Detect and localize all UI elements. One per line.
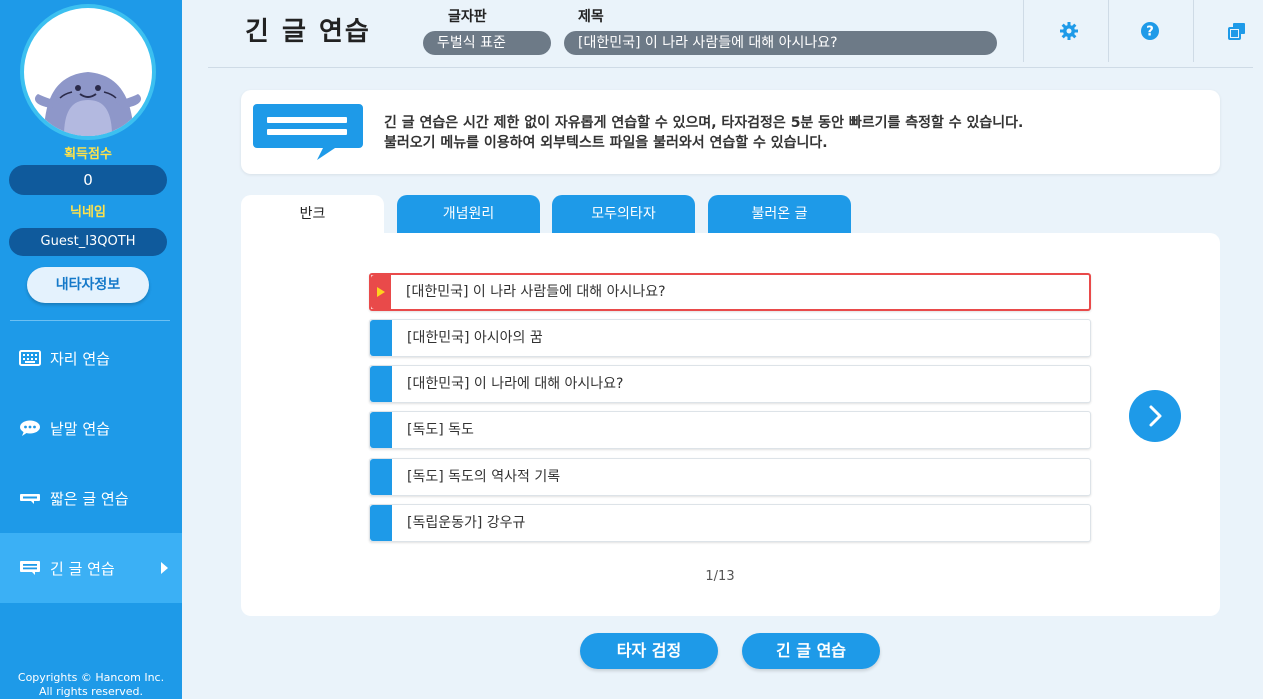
- copyright-line: Copyrights © Hancom Inc.: [17, 671, 165, 684]
- keyboard-icon: [18, 350, 42, 366]
- message-icon: [253, 104, 365, 166]
- chevron-right-icon: [1149, 405, 1162, 427]
- nickname-label: 닉네임: [70, 205, 106, 220]
- speech-bubble-icon: [18, 420, 42, 436]
- subject-selector[interactable]: [대한민국] 이 나라 사람들에 대해 아시나요?: [564, 31, 997, 55]
- sidebar-item-word-practice[interactable]: 낱말 연습: [0, 393, 182, 463]
- help-icon[interactable]: ?: [1139, 20, 1161, 42]
- short-text-icon: [18, 490, 42, 506]
- list-item-label: [대한민국] 이 나라에 대해 아시나요?: [407, 376, 624, 392]
- sidebar-item-position-practice[interactable]: 자리 연습: [0, 323, 182, 393]
- sidebar-item-label: 긴 글 연습: [50, 559, 115, 578]
- typing-test-button[interactable]: 타자 검정: [580, 633, 718, 669]
- list-item-marker: [370, 366, 392, 402]
- keyboard-layout-selector[interactable]: 두벌식 표준: [423, 31, 551, 55]
- seal-character-image: [34, 72, 142, 136]
- list-item-label: [대한민국] 아시아의 꿈: [407, 330, 543, 346]
- list-item[interactable]: [대한민국] 아시아의 꿈: [369, 319, 1091, 357]
- page-title: 긴 글 연습: [245, 17, 371, 47]
- list-item[interactable]: [대한민국] 이 나라 사람들에 대해 아시나요?: [369, 273, 1091, 311]
- tab-bank[interactable]: 반크: [241, 195, 384, 235]
- gear-icon[interactable]: [1058, 20, 1080, 42]
- sidebar-item-short-text-practice[interactable]: 짧은 글 연습: [0, 463, 182, 533]
- content-panel: [대한민국] 이 나라 사람들에 대해 아시나요? [대한민국] 아시아의 꿈 …: [241, 233, 1220, 616]
- copyright-line: All rights reserved.: [38, 685, 144, 698]
- sidebar-divider: [10, 320, 170, 321]
- sidebar: 획득점수 0 닉네임 Guest_I3QOTH 내타자정보 자리 연습 낱말 연…: [0, 0, 182, 699]
- avatar[interactable]: [20, 4, 156, 140]
- info-line: 불러오기 메뉴를 이용하여 외부텍스트 파일을 불러와서 연습할 수 있습니다.: [384, 135, 828, 151]
- list-item-label: [독립운동가] 강우규: [407, 515, 526, 531]
- list-item[interactable]: [독도] 독도: [369, 411, 1091, 449]
- list-item-label: [대한민국] 이 나라 사람들에 대해 아시나요?: [406, 284, 666, 300]
- list-item-label: [독도] 독도의 역사적 기록: [407, 469, 561, 485]
- header-divider: [1108, 0, 1109, 62]
- score-value: 0: [9, 165, 167, 195]
- header: 긴 글 연습 글자판 두벌식 표준 제목 [대한민국] 이 나라 사람들에 대해…: [208, 0, 1253, 68]
- tab-concept-principle[interactable]: 개념원리: [397, 195, 540, 235]
- list-item-label: [독도] 독도: [407, 422, 474, 438]
- long-text-practice-button[interactable]: 긴 글 연습: [742, 633, 880, 669]
- info-text: 긴 글 연습은 시간 제한 없이 자유롭게 연습할 수 있으며, 타자검정은 5…: [384, 113, 1023, 153]
- sidebar-item-long-text-practice[interactable]: 긴 글 연습: [0, 533, 182, 603]
- keyboard-layout-label: 글자판: [448, 9, 487, 25]
- info-box: 긴 글 연습은 시간 제한 없이 자유롭게 연습할 수 있으며, 타자검정은 5…: [241, 90, 1220, 174]
- active-arrow-icon: [161, 562, 168, 574]
- info-line: 긴 글 연습은 시간 제한 없이 자유롭게 연습할 수 있으며, 타자검정은 5…: [384, 115, 1024, 131]
- long-text-icon: [18, 560, 42, 576]
- next-page-button[interactable]: [1129, 390, 1181, 442]
- svg-text:?: ?: [1146, 25, 1154, 40]
- window-icon[interactable]: [1226, 20, 1248, 42]
- list-item[interactable]: [대한민국] 이 나라에 대해 아시나요?: [369, 365, 1091, 403]
- sidebar-item-label: 자리 연습: [50, 349, 110, 368]
- sidebar-item-label: 짧은 글 연습: [50, 489, 129, 508]
- list-item-marker: [370, 459, 392, 495]
- list-item[interactable]: [독도] 독도의 역사적 기록: [369, 458, 1091, 496]
- header-divider: [1193, 0, 1194, 62]
- my-typing-info-button[interactable]: 내타자정보: [27, 267, 149, 303]
- sidebar-item-label: 낱말 연습: [50, 419, 110, 438]
- list-item-marker: [370, 505, 392, 541]
- list-item[interactable]: [독립운동가] 강우규: [369, 504, 1091, 542]
- play-marker-icon: [371, 275, 391, 309]
- page-indicator: 1/13: [705, 569, 735, 584]
- tab-loaded-text[interactable]: 불러온 글: [708, 195, 851, 235]
- score-label: 획득점수: [64, 147, 112, 162]
- header-divider: [1023, 0, 1024, 62]
- list-item-marker: [370, 412, 392, 448]
- list-item-marker: [370, 320, 392, 356]
- copyright: Copyrights © Hancom Inc. All rights rese…: [0, 671, 182, 699]
- nickname-value: Guest_I3QOTH: [9, 228, 167, 256]
- tab-everyone-typing[interactable]: 모두의타자: [552, 195, 695, 235]
- subject-label: 제목: [578, 9, 604, 25]
